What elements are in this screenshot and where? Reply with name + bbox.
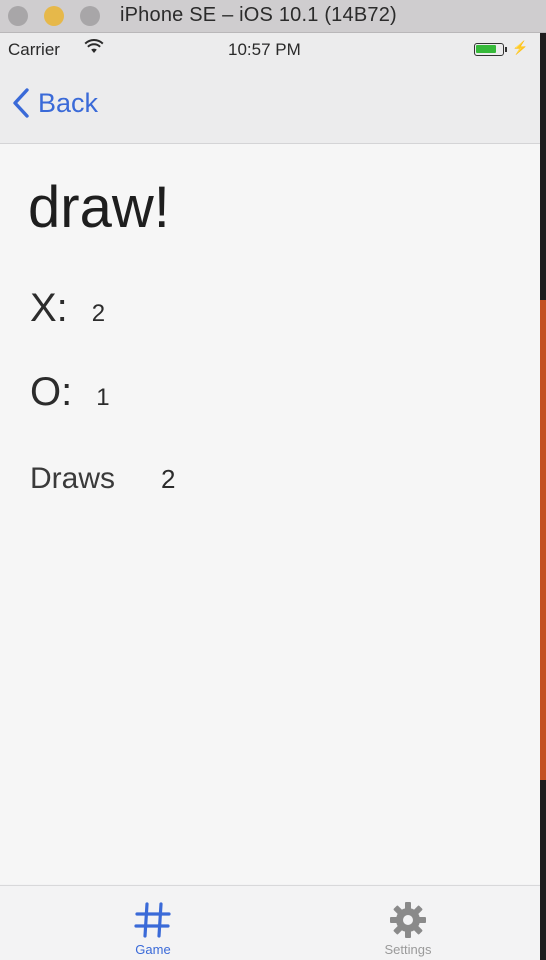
bolt-icon: ⚡ xyxy=(512,40,529,55)
x-score-label: X: xyxy=(30,286,68,330)
zoom-window-button[interactable] xyxy=(80,6,100,26)
tab-settings-label: Settings xyxy=(384,942,432,957)
status-bar: Carrier 10:57 PM ⚡ xyxy=(0,33,540,67)
tab-settings[interactable]: Settings xyxy=(358,886,458,960)
result-title: draw! xyxy=(28,175,170,240)
carrier-label: Carrier xyxy=(8,40,60,59)
chevron-left-icon xyxy=(13,88,29,118)
minimize-window-button[interactable] xyxy=(44,6,64,26)
tab-game-label: Game xyxy=(135,942,171,957)
o-score-value: 1 xyxy=(96,384,110,411)
draws-label: Draws xyxy=(30,462,116,495)
tab-game[interactable]: Game xyxy=(103,886,203,960)
status-time: 10:57 PM xyxy=(228,40,301,59)
game-result-view: draw! X: 2 O: 1 Draws 2 xyxy=(0,144,540,884)
battery-icon xyxy=(474,43,507,56)
draws-count: 2 xyxy=(161,464,176,494)
back-button-label: Back xyxy=(38,87,99,118)
x-score-row: X: 2 xyxy=(30,286,105,331)
tab-bar: Game Settings xyxy=(0,885,540,960)
o-score-row: O: 1 xyxy=(30,370,110,415)
o-score-label: O: xyxy=(30,370,73,414)
simulator-title: iPhone SE – iOS 10.1 (14B72) xyxy=(120,4,397,26)
gear-icon xyxy=(390,902,426,938)
simulator-titlebar: iPhone SE – iOS 10.1 (14B72) xyxy=(0,0,546,33)
navigation-bar: Back xyxy=(0,67,540,144)
hash-icon xyxy=(134,902,171,938)
battery-level-fill xyxy=(476,45,496,53)
close-window-button[interactable] xyxy=(8,6,28,26)
x-score-value: 2 xyxy=(91,300,106,327)
device-screen: Carrier 10:57 PM ⚡ Back draw! X: 2 O: 1 xyxy=(0,33,540,960)
back-button[interactable]: Back xyxy=(12,83,98,123)
wifi-icon xyxy=(84,39,104,53)
draws-row: Draws 2 xyxy=(30,462,175,496)
